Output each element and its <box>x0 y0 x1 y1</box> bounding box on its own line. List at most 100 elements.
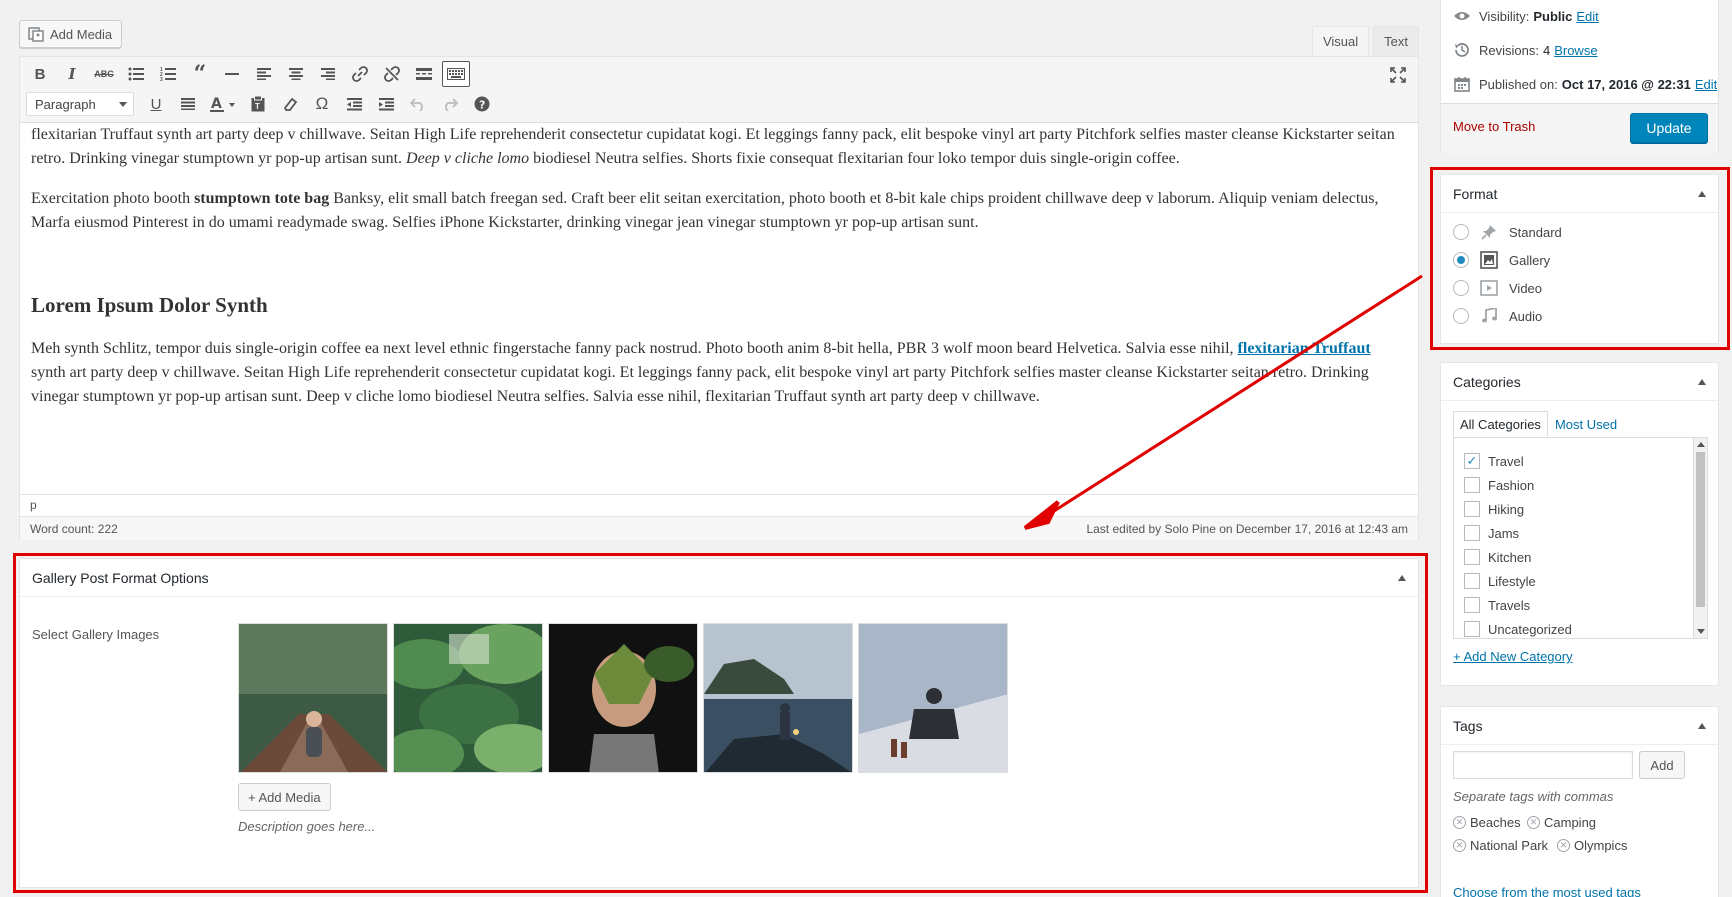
category-checkbox[interactable] <box>1464 597 1480 613</box>
format-radio[interactable] <box>1453 308 1469 324</box>
categories-scrollbar[interactable] <box>1693 438 1707 638</box>
format-radio[interactable] <box>1453 280 1469 296</box>
add-new-category-link[interactable]: + Add New Category <box>1453 649 1573 664</box>
tab-all-categories[interactable]: All Categories <box>1453 411 1548 437</box>
outdent-icon[interactable] <box>338 90 370 118</box>
strikethrough-icon[interactable]: ABC <box>88 60 120 88</box>
check-icon[interactable]: ✓ <box>1464 453 1480 469</box>
element-path[interactable]: p <box>20 494 1418 516</box>
tags-box: Tags Add Separate tags with commas ✕ Beac… <box>1440 706 1719 897</box>
category-checkbox[interactable] <box>1464 621 1480 637</box>
add-media-label: Add Media <box>50 26 113 42</box>
categories-box-title: Categories <box>1453 373 1521 390</box>
gallery-thumbnail[interactable] <box>238 623 388 773</box>
collapse-arrow-icon[interactable] <box>1698 378 1706 385</box>
scroll-up-icon[interactable] <box>1697 442 1705 447</box>
redo-icon[interactable] <box>434 90 466 118</box>
category-checkbox[interactable] <box>1464 501 1480 517</box>
gallery-box-header[interactable]: Gallery Post Format Options <box>20 559 1418 597</box>
update-button[interactable]: Update <box>1630 113 1708 143</box>
remove-tag-icon[interactable]: ✕ <box>1557 839 1570 852</box>
tab-text[interactable]: Text <box>1373 26 1419 56</box>
format-radio[interactable] <box>1453 252 1469 268</box>
format-option-video[interactable]: Video <box>1453 278 1542 298</box>
format-option-standard[interactable]: Standard <box>1453 222 1562 242</box>
gallery-images-label: Select Gallery Images <box>32 627 160 642</box>
read-more-icon[interactable] <box>408 60 440 88</box>
category-item[interactable]: Travels <box>1464 597 1530 613</box>
scroll-down-icon[interactable] <box>1697 629 1705 634</box>
category-checkbox[interactable] <box>1464 477 1480 493</box>
undo-icon[interactable] <box>402 90 434 118</box>
category-item[interactable]: Lifestyle <box>1464 573 1536 589</box>
category-item[interactable]: Hiking <box>1464 501 1524 517</box>
bold-icon[interactable]: B <box>24 60 56 88</box>
category-item[interactable]: Fashion <box>1464 477 1534 493</box>
tab-visual[interactable]: Visual <box>1311 26 1370 56</box>
justify-icon[interactable] <box>172 90 204 118</box>
tags-input[interactable] <box>1453 751 1633 779</box>
gallery-thumbnail[interactable] <box>548 623 698 773</box>
collapse-arrow-icon[interactable] <box>1698 190 1706 197</box>
align-right-icon[interactable] <box>312 60 344 88</box>
category-item[interactable]: Uncategorized <box>1464 621 1572 637</box>
paragraph-format-select[interactable]: Paragraph <box>26 92 134 116</box>
category-checkbox[interactable] <box>1464 573 1480 589</box>
format-box-header[interactable]: Format <box>1441 175 1718 213</box>
format-option-gallery[interactable]: Gallery <box>1453 250 1550 270</box>
main-column: Add Media Visual Text B I ABC 123 “ Para… <box>19 0 1419 897</box>
horizontal-line-icon[interactable] <box>216 60 248 88</box>
insert-link-icon[interactable] <box>344 60 376 88</box>
categories-box-header[interactable]: Categories <box>1441 363 1718 401</box>
format-option-audio[interactable]: Audio <box>1453 306 1542 326</box>
align-center-icon[interactable] <box>280 60 312 88</box>
remove-tag-icon[interactable]: ✕ <box>1527 816 1540 829</box>
toolbar-toggle-icon[interactable] <box>442 61 470 87</box>
category-checkbox[interactable] <box>1464 549 1480 565</box>
special-character-icon[interactable]: Ω <box>306 90 338 118</box>
tab-most-used[interactable]: Most Used <box>1548 411 1624 437</box>
indent-icon[interactable] <box>370 90 402 118</box>
category-checkbox[interactable] <box>1464 525 1480 541</box>
category-item[interactable]: Jams <box>1464 525 1519 541</box>
content-paragraph: flexitarian Truffaut synth art party dee… <box>31 126 1395 167</box>
gallery-thumbnail[interactable] <box>703 623 853 773</box>
choose-most-used-tags-link[interactable]: Choose from the most used tags <box>1453 885 1641 897</box>
scroll-thumb[interactable] <box>1696 452 1705 607</box>
help-icon[interactable]: ? <box>466 90 498 118</box>
remove-tag-icon[interactable]: ✕ <box>1453 816 1466 829</box>
post-content[interactable]: flexitarian Truffaut synth art party dee… <box>31 123 1406 509</box>
gallery-add-media-button[interactable]: + Add Media <box>238 783 331 811</box>
visibility-edit-link[interactable]: Edit <box>1576 9 1598 24</box>
italic-icon[interactable]: I <box>56 60 88 88</box>
numbered-list-icon[interactable]: 123 <box>152 60 184 88</box>
tags-box-header[interactable]: Tags <box>1441 707 1718 745</box>
content-link[interactable]: flexitarian Truffaut <box>1238 340 1371 357</box>
content-italic: Deep v cliche lomo <box>406 150 530 167</box>
paste-as-text-icon[interactable]: T <box>242 90 274 118</box>
move-to-trash-link[interactable]: Move to Trash <box>1453 119 1535 134</box>
add-tag-button[interactable]: Add <box>1639 751 1685 779</box>
category-item[interactable]: ✓ Travel <box>1464 453 1524 469</box>
published-row: Published on: Oct 17, 2016 @ 22:31 Edit <box>1453 75 1717 93</box>
remove-tag-icon[interactable]: ✕ <box>1453 839 1466 852</box>
revisions-browse-link[interactable]: Browse <box>1554 43 1597 58</box>
gallery-thumbnail[interactable] <box>393 623 543 773</box>
gallery-thumbnail[interactable] <box>858 623 1008 773</box>
published-edit-link[interactable]: Edit <box>1695 77 1717 92</box>
svg-text:?: ? <box>479 99 485 112</box>
collapse-arrow-icon[interactable] <box>1398 574 1406 581</box>
format-radio[interactable] <box>1453 224 1469 240</box>
underline-icon[interactable]: U <box>140 90 172 118</box>
add-media-button[interactable]: Add Media <box>19 20 123 48</box>
category-item[interactable]: Kitchen <box>1464 549 1531 565</box>
text-color-icon[interactable]: A <box>204 90 242 118</box>
align-left-icon[interactable] <box>248 60 280 88</box>
bullet-list-icon[interactable] <box>120 60 152 88</box>
fullscreen-icon[interactable] <box>1386 63 1410 87</box>
collapse-arrow-icon[interactable] <box>1698 722 1706 729</box>
content-paragraph: Meh synth Schlitz, tempor duis single-or… <box>31 340 1371 405</box>
remove-link-icon[interactable] <box>376 60 408 88</box>
clear-formatting-icon[interactable] <box>274 90 306 118</box>
blockquote-icon[interactable]: “ <box>184 60 216 88</box>
